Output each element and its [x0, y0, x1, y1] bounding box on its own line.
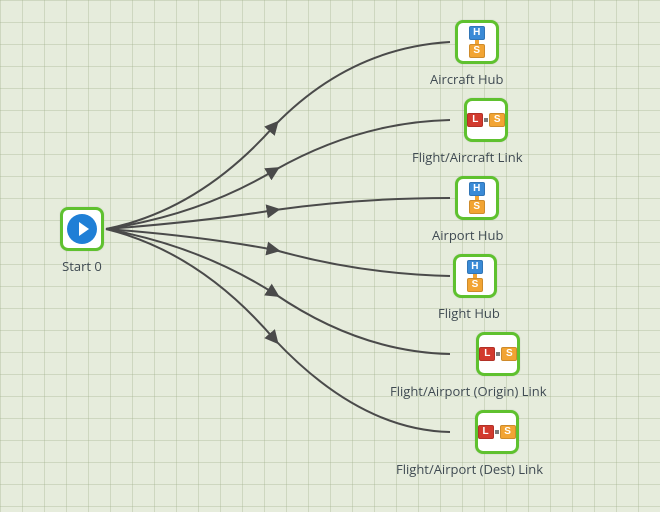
edge-start-to-flight-hub: [106, 229, 450, 276]
node-label: Start 0: [60, 257, 104, 275]
hub-node-box[interactable]: HS: [453, 254, 497, 298]
link-node-box[interactable]: LS: [475, 410, 519, 454]
link-node-box[interactable]: LS: [476, 332, 520, 376]
link-icon: LS: [467, 113, 505, 127]
play-icon: [67, 214, 97, 244]
node-label: Flight/Airport (Origin) Link: [390, 382, 547, 400]
node-flight-airport-origin-link[interactable]: LS Flight/Airport (Origin) Link: [450, 332, 547, 400]
hub-node-box[interactable]: HS: [455, 20, 499, 64]
hub-icon: HS: [469, 26, 485, 58]
node-start[interactable]: Start 0: [60, 207, 104, 275]
edge-start-to-flight-airport-dest-link: [106, 229, 450, 432]
edge-start-to-flight-airport-origin-link: [106, 229, 450, 354]
edge-start-to-airport-hub: [106, 198, 450, 229]
hub-icon: HS: [467, 260, 483, 292]
node-flight-airport-dest-link[interactable]: LS Flight/Airport (Dest) Link: [450, 410, 543, 478]
node-label: Flight/Airport (Dest) Link: [396, 460, 543, 478]
node-label: Flight Hub: [438, 304, 500, 322]
node-flight-hub[interactable]: HS Flight Hub: [450, 254, 500, 322]
hub-icon: HS: [469, 182, 485, 214]
link-icon: LS: [478, 425, 516, 439]
node-label: Airport Hub: [432, 226, 503, 244]
edge-start-to-flight-aircraft-link: [106, 120, 450, 229]
link-icon: LS: [479, 347, 517, 361]
node-aircraft-hub[interactable]: HS Aircraft Hub: [450, 20, 503, 88]
edge-start-to-aircraft-hub: [106, 42, 450, 229]
start-node-box[interactable]: [60, 207, 104, 251]
link-node-box[interactable]: LS: [464, 98, 508, 142]
workflow-canvas[interactable]: Start 0 HS Aircraft Hub LS Flight/Aircra…: [0, 0, 660, 512]
hub-node-box[interactable]: HS: [455, 176, 499, 220]
node-label: Flight/Aircraft Link: [412, 148, 523, 166]
node-label: Aircraft Hub: [430, 70, 503, 88]
node-airport-hub[interactable]: HS Airport Hub: [450, 176, 503, 244]
node-flight-aircraft-link[interactable]: LS Flight/Aircraft Link: [450, 98, 523, 166]
